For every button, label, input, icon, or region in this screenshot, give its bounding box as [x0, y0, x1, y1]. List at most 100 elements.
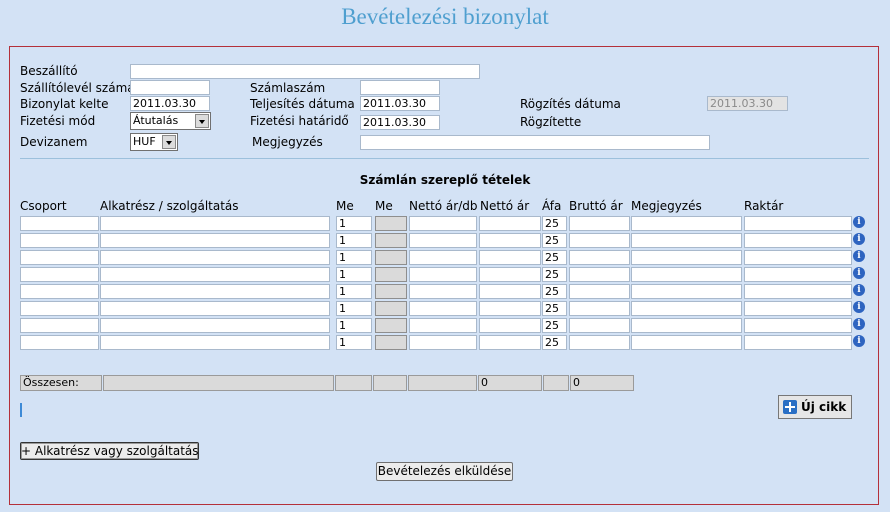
vat-cell[interactable]: 25: [542, 233, 567, 248]
net-unit-price-cell[interactable]: [409, 318, 477, 333]
document-date-input[interactable]: 2011.03.30: [130, 96, 210, 111]
warehouse-cell[interactable]: [744, 233, 852, 248]
table-row: 1 25 i: [10, 233, 880, 249]
invoice-number-input[interactable]: [360, 80, 440, 95]
note-cell[interactable]: [631, 301, 742, 316]
gross-price-cell[interactable]: [569, 284, 630, 299]
gross-price-cell[interactable]: [569, 335, 630, 350]
totals-cell: [408, 375, 477, 391]
info-icon[interactable]: i: [853, 267, 865, 279]
qty-cell[interactable]: 1: [336, 284, 372, 299]
group-cell[interactable]: [20, 318, 99, 333]
totals-label: Összesen:: [20, 375, 102, 391]
table-row: 1 25 i: [10, 250, 880, 266]
net-unit-price-cell[interactable]: [409, 267, 477, 282]
qty-cell[interactable]: 1: [336, 335, 372, 350]
unit-cell: [375, 335, 407, 350]
info-icon[interactable]: i: [853, 335, 865, 347]
part-cell[interactable]: [100, 233, 330, 248]
group-cell[interactable]: [20, 233, 99, 248]
payment-method-select[interactable]: Átutalás: [130, 112, 211, 130]
warehouse-cell[interactable]: [744, 301, 852, 316]
group-cell[interactable]: [20, 284, 99, 299]
qty-cell[interactable]: 1: [336, 250, 372, 265]
note-cell[interactable]: [631, 250, 742, 265]
vat-cell[interactable]: 25: [542, 216, 567, 231]
qty-cell[interactable]: 1: [336, 318, 372, 333]
qty-cell[interactable]: 1: [336, 267, 372, 282]
part-cell[interactable]: [100, 318, 330, 333]
currency-select[interactable]: HUF: [130, 133, 178, 151]
part-cell[interactable]: [100, 301, 330, 316]
note-input[interactable]: [360, 135, 710, 150]
warehouse-cell[interactable]: [744, 335, 852, 350]
group-cell[interactable]: [20, 301, 99, 316]
part-cell[interactable]: [100, 335, 330, 350]
add-part-or-service-button[interactable]: + Alkatrész vagy szolgáltatás: [20, 442, 199, 460]
net-unit-price-cell[interactable]: [409, 233, 477, 248]
gross-price-cell[interactable]: [569, 267, 630, 282]
warehouse-cell[interactable]: [744, 216, 852, 231]
vat-cell[interactable]: 25: [542, 284, 567, 299]
vat-cell[interactable]: 25: [542, 301, 567, 316]
submit-receipt-button[interactable]: Bevételezés elküldése: [376, 462, 513, 481]
new-item-button[interactable]: Új cikk: [778, 395, 852, 419]
warehouse-cell[interactable]: [744, 318, 852, 333]
fulfillment-date-input[interactable]: 2011.03.30: [360, 96, 440, 111]
info-icon[interactable]: i: [853, 318, 865, 330]
note-cell[interactable]: [631, 216, 742, 231]
part-cell[interactable]: [100, 267, 330, 282]
note-cell[interactable]: [631, 335, 742, 350]
net-price-cell[interactable]: [479, 335, 541, 350]
note-cell[interactable]: [631, 233, 742, 248]
info-icon[interactable]: i: [853, 216, 865, 228]
warehouse-cell[interactable]: [744, 250, 852, 265]
qty-cell[interactable]: 1: [336, 216, 372, 231]
net-unit-price-cell[interactable]: [409, 301, 477, 316]
net-price-cell[interactable]: [479, 301, 541, 316]
note-cell[interactable]: [631, 284, 742, 299]
warehouse-cell[interactable]: [744, 284, 852, 299]
net-price-cell[interactable]: [479, 250, 541, 265]
gross-price-cell[interactable]: [569, 250, 630, 265]
note-cell[interactable]: [631, 318, 742, 333]
net-unit-price-cell[interactable]: [409, 250, 477, 265]
info-icon[interactable]: i: [853, 250, 865, 262]
qty-cell[interactable]: 1: [336, 301, 372, 316]
net-unit-price-cell[interactable]: [409, 216, 477, 231]
part-cell[interactable]: [100, 284, 330, 299]
vat-cell[interactable]: 25: [542, 267, 567, 282]
delivery-note-input[interactable]: [130, 80, 210, 95]
note-cell[interactable]: [631, 267, 742, 282]
vat-cell[interactable]: 25: [542, 335, 567, 350]
net-price-cell[interactable]: [479, 233, 541, 248]
group-cell[interactable]: [20, 267, 99, 282]
fulfillment-date-label: Teljesítés dátuma: [250, 97, 355, 111]
warehouse-cell[interactable]: [744, 267, 852, 282]
gross-price-cell[interactable]: [569, 301, 630, 316]
vat-cell[interactable]: 25: [542, 250, 567, 265]
net-unit-price-cell[interactable]: [409, 335, 477, 350]
part-cell[interactable]: [100, 250, 330, 265]
supplier-input[interactable]: [130, 64, 480, 79]
col-header-unit: Me: [375, 199, 393, 213]
qty-cell[interactable]: 1: [336, 233, 372, 248]
info-icon[interactable]: i: [853, 233, 865, 245]
gross-price-cell[interactable]: [569, 233, 630, 248]
info-icon[interactable]: i: [853, 284, 865, 296]
gross-total: 0: [570, 375, 634, 391]
group-cell[interactable]: [20, 216, 99, 231]
group-cell[interactable]: [20, 335, 99, 350]
payment-deadline-input[interactable]: 2011.03.30: [360, 115, 440, 130]
group-cell[interactable]: [20, 250, 99, 265]
net-price-cell[interactable]: [479, 267, 541, 282]
part-cell[interactable]: [100, 216, 330, 231]
net-unit-price-cell[interactable]: [409, 284, 477, 299]
info-icon[interactable]: i: [853, 301, 865, 313]
net-price-cell[interactable]: [479, 318, 541, 333]
gross-price-cell[interactable]: [569, 318, 630, 333]
net-price-cell[interactable]: [479, 284, 541, 299]
net-price-cell[interactable]: [479, 216, 541, 231]
vat-cell[interactable]: 25: [542, 318, 567, 333]
gross-price-cell[interactable]: [569, 216, 630, 231]
